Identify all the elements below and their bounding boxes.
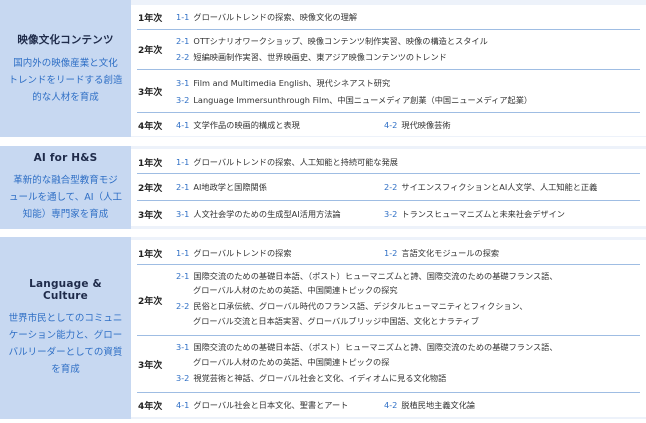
course-item: 4-2 現代映像芸術: [384, 120, 451, 130]
course-item: 4-2 脱植民地主義文化論: [384, 400, 476, 410]
section-title: 映像文化コンテンツ: [17, 33, 114, 46]
section-description: 革新的な融合型教育モジ ュールを通して、AI（人工 知能）専門家を育成: [8, 175, 123, 220]
year-label: 1年次: [138, 250, 163, 260]
year-row-2: 2年次 2-1 OTTシナリオワークショップ、映像コンテンツ制作実習、映像の構造と…: [131, 29, 646, 69]
course-item: 3-2 トランスヒューマニズムと未来社会デザイン: [384, 209, 565, 219]
course-item-continued: グローバル人材のための英語、中国関連トピックの探究: [193, 285, 398, 295]
year-label: 4年次: [138, 122, 163, 132]
course-item: 2-1 国際交流のための基礎日本語、（ポスト）ヒューマニズムと詩、国際交流のための…: [176, 271, 558, 281]
year-row-1: 1年次 1-1 グローバルトレンドの探索、人工知能と持続可能な発展: [131, 149, 646, 173]
course-item: 1-2 言語文化モジュールの探索: [384, 248, 500, 258]
course-item: 1-1 グローバルトレンドの探索: [176, 248, 292, 258]
year-label: 2年次: [138, 46, 163, 56]
course-item: 3-2 視覚芸術と神話、グローバル社会と文化、イディオムに見る文化物語: [176, 373, 447, 383]
year-label: 3年次: [138, 88, 163, 98]
course-item: 2-2 短編映画制作実習、世界映画史、東アジア映像コンテンツのトレンド: [176, 52, 447, 62]
year-label: 3年次: [138, 361, 163, 371]
course-item: 2-1 OTTシナリオワークショップ、映像コンテンツ制作実習、映像の構造とスタイル: [176, 36, 488, 46]
year-row-1: 1年次 1-1 グローバルトレンドの探索、映像文化の理解: [131, 5, 646, 29]
year-label: 1年次: [138, 159, 163, 169]
section-title: AI for H&S: [33, 152, 98, 164]
section-header: AI for H&S 革新的な融合型教育モジ ュールを通して、AI（人工 知能）…: [0, 146, 131, 229]
year-row-3: 3年次 3-1 国際交流のための基礎日本語、（ポスト）ヒューマニズムと詩、国際交流…: [131, 335, 646, 392]
year-row-4: 4年次 4-1 文学作品の映画的構成と表現 4-2 現代映像芸術: [131, 112, 646, 136]
course-item-continued: グローバル交流と日本語実習、グローバルブリッジ中国語、文化とナラティブ: [193, 316, 479, 326]
year-row-2: 2年次 2-1 国際交流のための基礎日本語、（ポスト）ヒューマニズムと詩、国際交流…: [131, 264, 646, 335]
course-item: 4-1 グローバル社会と日本文化、聖書とアート: [176, 400, 349, 410]
year-row-4: 4年次 4-1 グローバル社会と日本文化、聖書とアート 4-2 脱植民地主義文化論: [131, 392, 646, 417]
section-ai-hs: AI for H&S 革新的な融合型教育モジ ュールを通して、AI（人工 知能）…: [0, 146, 646, 229]
year-row-3: 3年次 3-1 Film and Multimedia English、現代シネア…: [131, 69, 646, 112]
section-description: 国内外の映像産業と文化 トレンドをリードする創造 的な人材を育成: [8, 57, 123, 103]
section-description: 世界市民としてのコミュニ ケーション能力と、グロー バルリーダーとしての資質 を…: [8, 313, 123, 375]
section-language-culture: Language & Culture 世界市民としてのコミュニ ケーション能力と…: [0, 237, 646, 419]
section-title: Language & Culture: [29, 278, 102, 302]
year-label: 2年次: [138, 184, 163, 194]
course-item: 2-1 AI地政学と国際関係: [176, 182, 267, 192]
course-item-continued: グローバル人材のための英語、中国関連トピックの探: [193, 357, 390, 367]
course-item: 2-2 サイエンスフィクションとAI人文学、人工知能と正義: [384, 182, 598, 192]
year-row-2: 2年次 2-1 AI地政学と国際関係 2-2 サイエンスフィクションとAI人文学、人…: [131, 173, 646, 200]
year-row-1: 1年次 1-1 グローバルトレンドの探索 1-2 言語文化モジュールの探索: [131, 240, 646, 264]
course-item: 3-1 国際交流のための基礎日本語、（ポスト）ヒューマニズムと詩、国際交流のための…: [176, 342, 558, 352]
section-visual-culture: 映像文化コンテンツ 国内外の映像産業と文化 トレンドをリードする創造 的な人材を…: [0, 0, 646, 137]
course-item: 1-1 グローバルトレンドの探索、映像文化の理解: [176, 12, 358, 22]
course-item: 1-1 グローバルトレンドの探索、人工知能と持続可能な発展: [176, 157, 398, 167]
year-label: 1年次: [138, 14, 163, 24]
course-item: 4-1 文学作品の映画的構成と表現: [176, 120, 300, 130]
year-label: 3年次: [138, 211, 163, 221]
course-item: 3-2 Language Immersunthrough Film、中国ニューメデ…: [176, 95, 533, 105]
year-label: 2年次: [138, 297, 163, 307]
course-item: 3-1 人文社会学のための生成型AI活用方法論: [176, 209, 341, 219]
year-row-3: 3年次 3-1 人文社会学のための生成型AI活用方法論 3-2 トランスヒューマニズ…: [131, 200, 646, 226]
section-header: Language & Culture 世界市民としてのコミュニ ケーション能力と…: [0, 237, 131, 419]
year-label: 4年次: [138, 402, 163, 412]
course-item: 2-2 民俗と口承伝統、グローバル時代のフランス語、デジタルヒューマニティとフィク…: [176, 301, 528, 311]
course-item: 3-1 Film and Multimedia English、現代シネアスト研究: [176, 78, 391, 88]
section-header: 映像文化コンテンツ 国内外の映像産業と文化 トレンドをリードする創造 的な人材を…: [0, 0, 131, 137]
